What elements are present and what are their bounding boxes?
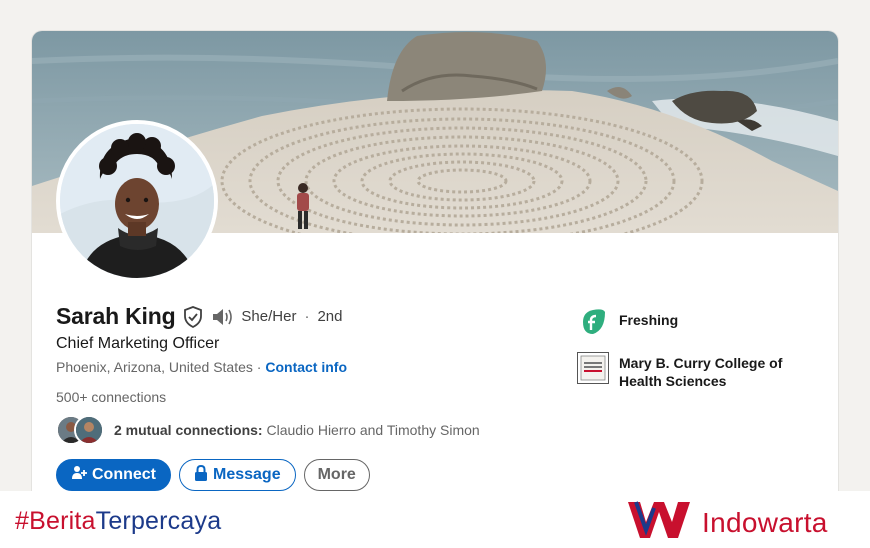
hashtag-part1: #Berita (15, 507, 96, 535)
profile-headline: Chief Marketing Officer (56, 335, 220, 352)
indowarta-logo-icon (626, 498, 692, 547)
mutual-avatars (56, 413, 106, 447)
org-name: Mary B. Curry College of Health Sciences (619, 352, 782, 390)
brand-name: Indowarta (702, 506, 828, 538)
college-logo-icon (577, 352, 609, 384)
location-row: Phoenix, Arizona, United States · Contac… (56, 359, 347, 375)
mutual-avatar (74, 415, 104, 445)
profile-avatar[interactable] (56, 120, 218, 282)
mutual-count: 2 mutual connections: (114, 422, 263, 438)
freshing-logo-icon (577, 306, 609, 338)
org-name-line2: Health Sciences (619, 373, 727, 389)
mutual-names: Claudio Hierro and Timothy Simon (266, 422, 480, 438)
org-college[interactable]: Mary B. Curry College of Health Sciences (577, 352, 827, 390)
add-person-icon (71, 465, 87, 486)
location-separator: · (256, 359, 262, 375)
connections-count[interactable]: 500+ connections (56, 389, 166, 405)
org-name-line1: Mary B. Curry College of (619, 355, 783, 371)
message-label: Message (213, 466, 281, 483)
org-freshing[interactable]: Freshing (577, 306, 827, 338)
name-row: Sarah King She/Her · 2nd (56, 303, 342, 330)
verified-shield-icon[interactable] (183, 305, 203, 328)
message-button[interactable]: Message (179, 459, 296, 491)
degree-separator: · (304, 308, 310, 325)
more-label: More (317, 466, 356, 483)
more-button[interactable]: More (303, 459, 370, 491)
profile-actions: Connect Message More (56, 459, 370, 491)
mutual-connections[interactable]: 2 mutual connections: Claudio Hierro and… (56, 413, 480, 447)
profile-card: Sarah King She/Her · 2nd Chief Marketing… (32, 31, 838, 501)
connection-degree: 2nd (317, 308, 343, 325)
lock-icon (194, 464, 208, 486)
contact-info-link[interactable]: Contact info (265, 359, 347, 375)
brand: Indowarta (626, 498, 828, 547)
connect-button[interactable]: Connect (56, 459, 171, 491)
location-text: Phoenix, Arizona, United States (56, 359, 253, 375)
hashtag: #BeritaTerpercaya (15, 507, 221, 536)
organizations: Freshing Mary B. Curry College of Health… (577, 306, 827, 404)
speaker-icon[interactable] (211, 308, 233, 326)
org-name: Freshing (619, 312, 679, 328)
pronouns: She/Her (241, 308, 297, 325)
profile-name: Sarah King (56, 303, 176, 329)
footer-banner: #BeritaTerpercaya Indowarta (0, 491, 870, 548)
hashtag-part2: Terpercaya (95, 507, 222, 535)
connect-label: Connect (92, 466, 156, 483)
